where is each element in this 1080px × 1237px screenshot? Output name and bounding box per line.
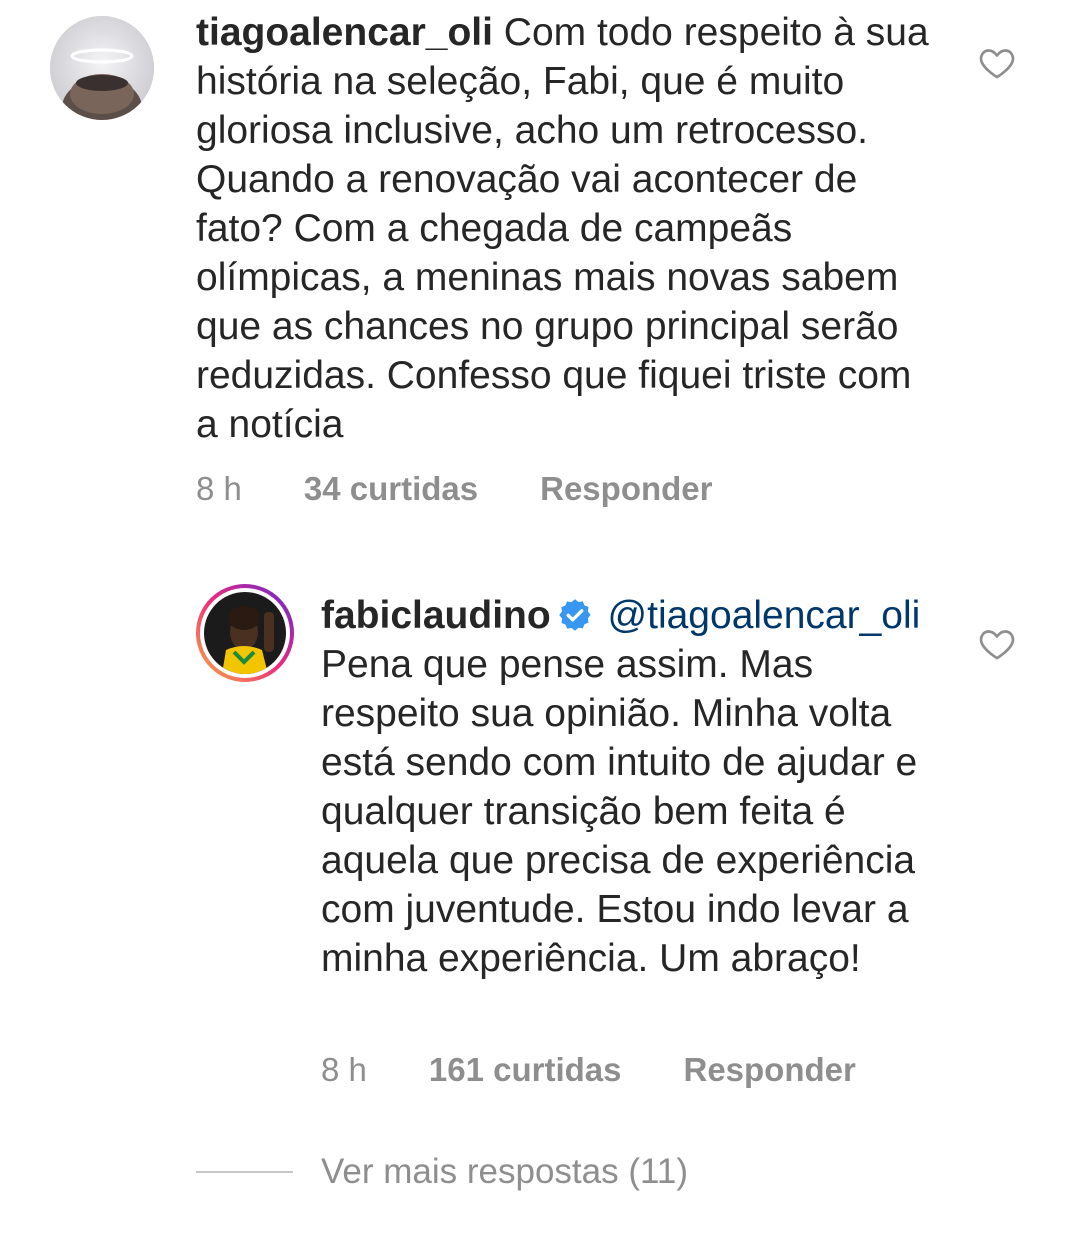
- comment-time: 8 h: [196, 470, 242, 507]
- reply-time: 8 h: [321, 1051, 367, 1088]
- view-more-replies[interactable]: Ver mais respostas (11): [196, 1152, 688, 1192]
- verified-badge-icon: [558, 599, 591, 631]
- likes-count[interactable]: 34 curtidas: [304, 470, 478, 508]
- reply-button[interactable]: Responder: [540, 470, 712, 508]
- reply-meta: 8 h 161 curtidas Responder: [321, 1051, 856, 1089]
- comment-meta: 8 h 34 curtidas Responder: [196, 470, 713, 508]
- person-avatar-icon: [50, 16, 154, 120]
- comment-username[interactable]: tiagoalencar_oli: [196, 11, 493, 54]
- view-more-replies-label[interactable]: Ver mais respostas (11): [321, 1152, 688, 1192]
- heart-outline-icon[interactable]: [977, 43, 1017, 83]
- avatar[interactable]: [50, 16, 154, 120]
- volleyball-player-avatar-icon: [204, 592, 286, 674]
- reply-username[interactable]: fabiclaudino: [321, 594, 551, 637]
- reply-item: fabiclaudino @tiagoalencar_oli Pena que …: [0, 560, 1080, 1120]
- mention-link[interactable]: @tiagoalencar_oli: [608, 594, 921, 637]
- heart-outline-icon[interactable]: [977, 624, 1017, 664]
- reply-text: Pena que pense assim. Mas respeito sua o…: [321, 643, 918, 980]
- comment-item: tiagoalencar_oli Com todo respeito à sua…: [0, 0, 1080, 520]
- reply-body: fabiclaudino @tiagoalencar_oli Pena que …: [321, 591, 926, 983]
- divider-line: [196, 1171, 293, 1173]
- reply-button[interactable]: Responder: [683, 1051, 855, 1089]
- comment-body: tiagoalencar_oli Com todo respeito à sua…: [196, 8, 936, 449]
- avatar-ring[interactable]: [196, 584, 294, 682]
- likes-count[interactable]: 161 curtidas: [429, 1051, 622, 1089]
- comment-text: Com todo respeito à sua história na sele…: [196, 11, 929, 446]
